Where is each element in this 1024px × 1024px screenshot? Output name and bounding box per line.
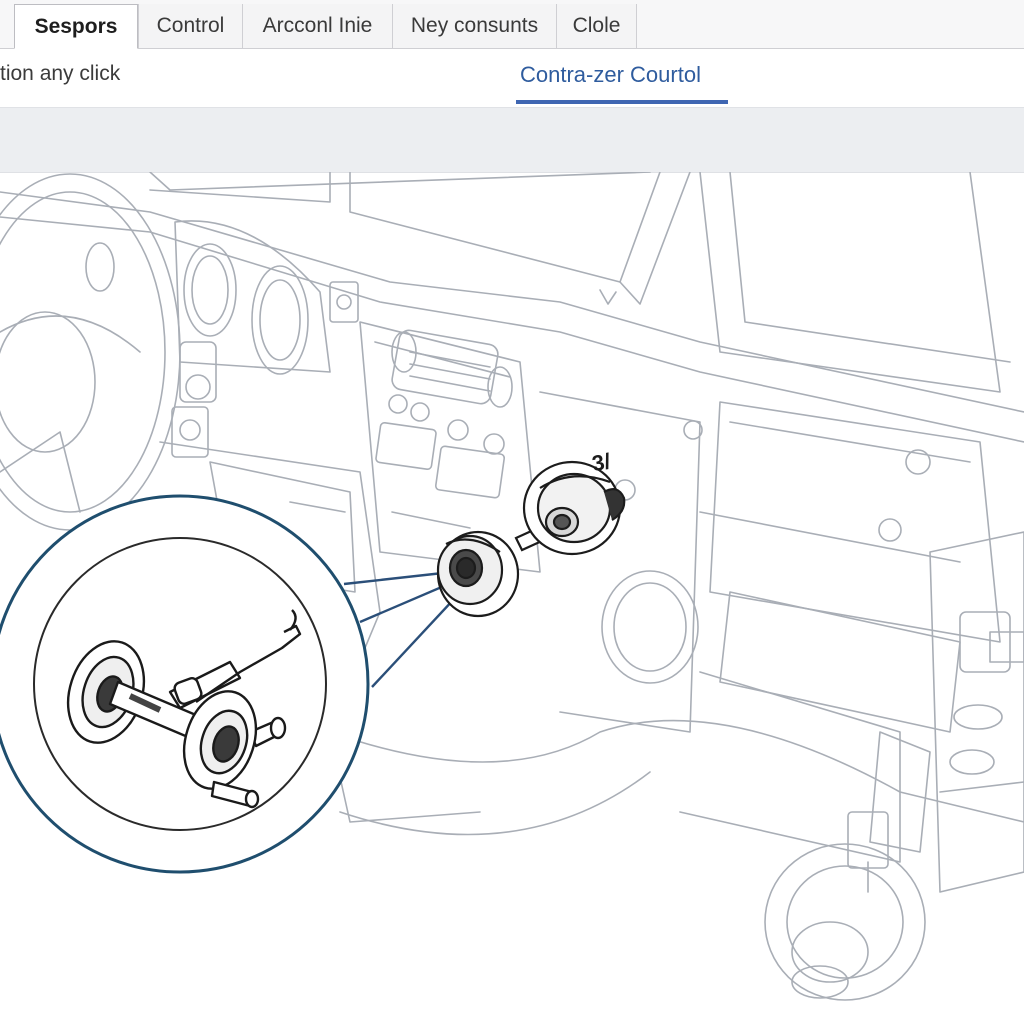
tab-control[interactable]: Control <box>138 4 242 48</box>
toolbar-strip <box>0 107 1024 173</box>
lower-hub <box>764 843 926 1001</box>
dashboard-diagram: 3/ <box>0 172 1024 1024</box>
part-callout-label: 3/ <box>590 448 612 476</box>
tab-arcconl-inie[interactable]: Arcconl Inie <box>242 4 392 48</box>
shaft-assembly-part <box>514 460 626 556</box>
detail-magnifier-callout <box>0 494 370 874</box>
speaker-recess <box>601 570 699 684</box>
sub-header <box>0 49 1024 105</box>
active-link-underline <box>516 100 728 104</box>
tab-bar-divider <box>636 4 637 48</box>
tab-clole[interactable]: Clole <box>556 4 636 48</box>
tab-bar: Sespors Control Arcconl Inie Ney consunt… <box>0 0 1024 49</box>
section-link-active[interactable]: Contra-zer Courtol <box>520 62 701 88</box>
tab-ney-consunts[interactable]: Ney consunts <box>392 4 556 48</box>
tab-sespors[interactable]: Sespors <box>14 4 138 49</box>
instruction-text: tion any click <box>0 62 121 85</box>
sensor-disc-part <box>436 530 520 618</box>
